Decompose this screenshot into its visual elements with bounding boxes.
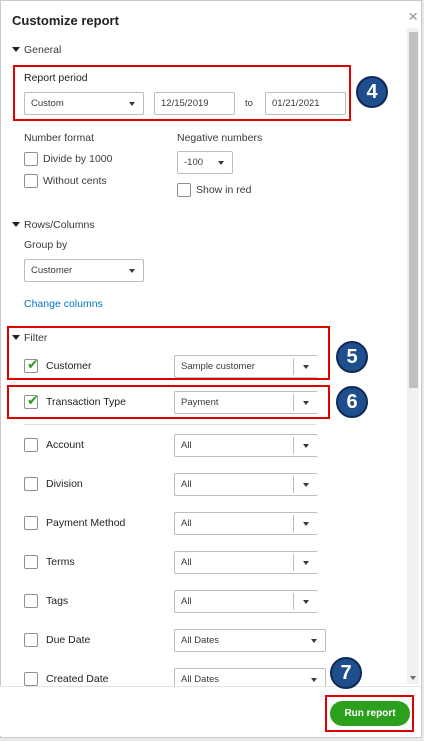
filter-label: Due Date (46, 634, 91, 646)
group-by-select[interactable]: Customer (24, 259, 144, 282)
dropdown-separator (293, 394, 294, 411)
callout-badge-7: 7 (330, 657, 362, 689)
chevron-down-icon (303, 444, 309, 448)
filter-select[interactable]: All (174, 590, 318, 613)
filter-select-value: All Dates (181, 635, 220, 646)
dropdown-separator (293, 437, 294, 454)
panel-title: Customize report (12, 13, 119, 28)
filter-select-value: Sample customer (181, 361, 255, 372)
filter-label: Created Date (46, 673, 109, 685)
caret-down-icon (12, 221, 20, 227)
close-icon[interactable]: × (408, 8, 418, 25)
group-by-value: Customer (31, 265, 73, 276)
chevron-down-icon (129, 269, 135, 273)
filter-select-value: All (181, 557, 192, 568)
chevron-down-icon (303, 365, 309, 369)
filter-select-value: All (181, 518, 192, 529)
caret-down-icon (12, 46, 20, 52)
filter-checkbox[interactable] (24, 594, 38, 608)
to-label: to (245, 98, 253, 109)
scroll-down-arrow-icon[interactable] (410, 676, 416, 680)
chevron-down-icon (218, 161, 224, 165)
filter-select-value: All (181, 596, 192, 607)
filter-select-value: All Dates (181, 674, 220, 685)
filter-select[interactable]: All (174, 473, 318, 496)
chevron-down-icon (311, 678, 317, 682)
filter-select[interactable]: Payment (174, 391, 318, 414)
show-in-red-checkbox[interactable] (177, 183, 191, 197)
without-cents-checkbox[interactable] (24, 174, 38, 188)
filter-divider (24, 424, 316, 425)
chevron-down-icon (303, 561, 309, 565)
filter-checkbox[interactable]: ✔ (24, 356, 39, 373)
negative-numbers-label: Negative numbers (177, 132, 263, 144)
filter-checkbox[interactable] (24, 477, 38, 491)
number-format-label: Number format (24, 132, 95, 144)
filter-select-value: Payment (181, 397, 219, 408)
section-filter-label: Filter (24, 332, 48, 344)
filter-label: Customer (46, 360, 92, 372)
filter-label: Tags (46, 595, 69, 607)
filter-checkbox[interactable] (24, 555, 38, 569)
end-date-input[interactable]: 01/21/2021 (265, 92, 346, 115)
callout-badge-4: 4 (356, 76, 388, 108)
filter-label: Terms (46, 556, 75, 568)
change-columns-link[interactable]: Change columns (24, 298, 103, 310)
filter-checkbox[interactable] (24, 516, 38, 530)
end-date-value: 01/21/2021 (272, 98, 320, 109)
callout-badge-5: 5 (336, 341, 368, 373)
start-date-input[interactable]: 12/15/2019 (154, 92, 235, 115)
filter-select-value: All (181, 440, 192, 451)
dropdown-separator (293, 476, 294, 493)
checkmark-icon: ✔ (27, 356, 39, 372)
section-rows-columns-toggle[interactable]: Rows/Columns (12, 219, 95, 231)
callout-badge-6: 6 (336, 386, 368, 418)
caret-down-icon (12, 334, 20, 340)
filter-select-value: All (181, 479, 192, 490)
filter-checkbox[interactable] (24, 672, 38, 686)
filter-select[interactable]: Sample customer (174, 355, 318, 378)
section-general-label: General (24, 44, 62, 56)
run-report-button[interactable]: Run report (330, 701, 410, 726)
chevron-down-icon (303, 600, 309, 604)
section-rows-columns-label: Rows/Columns (24, 219, 95, 231)
checkmark-icon: ✔ (27, 392, 39, 408)
divide-by-1000-label: Divide by 1000 (43, 153, 113, 165)
start-date-value: 12/15/2019 (161, 98, 209, 109)
filter-checkbox[interactable] (24, 633, 38, 647)
section-general-toggle[interactable]: General (12, 44, 61, 56)
filter-label: Payment Method (46, 517, 126, 529)
chevron-down-icon (303, 401, 309, 405)
filter-label: Transaction Type (46, 396, 126, 408)
group-by-label: Group by (24, 239, 68, 251)
chevron-down-icon (303, 522, 309, 526)
report-period-label: Report period (24, 72, 88, 84)
dropdown-separator (293, 554, 294, 571)
filter-select[interactable]: All Dates (174, 629, 326, 652)
without-cents-label: Without cents (43, 175, 107, 187)
show-in-red-label: Show in red (196, 184, 252, 196)
dropdown-separator (293, 515, 294, 532)
dropdown-separator (293, 358, 294, 375)
chevron-down-icon (303, 483, 309, 487)
filter-select[interactable]: All (174, 434, 318, 457)
dropdown-separator (293, 593, 294, 610)
chevron-down-icon (129, 102, 135, 106)
filter-select[interactable]: All (174, 512, 318, 535)
scrollbar-thumb[interactable] (409, 32, 418, 388)
negative-numbers-select[interactable]: -100 (177, 151, 233, 174)
filter-checkbox[interactable] (24, 438, 38, 452)
filter-checkbox[interactable]: ✔ (24, 392, 39, 409)
report-period-select[interactable]: Custom (24, 92, 144, 115)
section-filter-toggle[interactable]: Filter (12, 332, 47, 344)
chevron-down-icon (311, 639, 317, 643)
negative-numbers-value: -100 (184, 157, 204, 168)
filter-label: Account (46, 439, 84, 451)
report-period-value: Custom (31, 98, 64, 109)
filter-label: Division (46, 478, 83, 490)
divide-by-1000-checkbox[interactable] (24, 152, 38, 166)
filter-select[interactable]: All (174, 551, 318, 574)
